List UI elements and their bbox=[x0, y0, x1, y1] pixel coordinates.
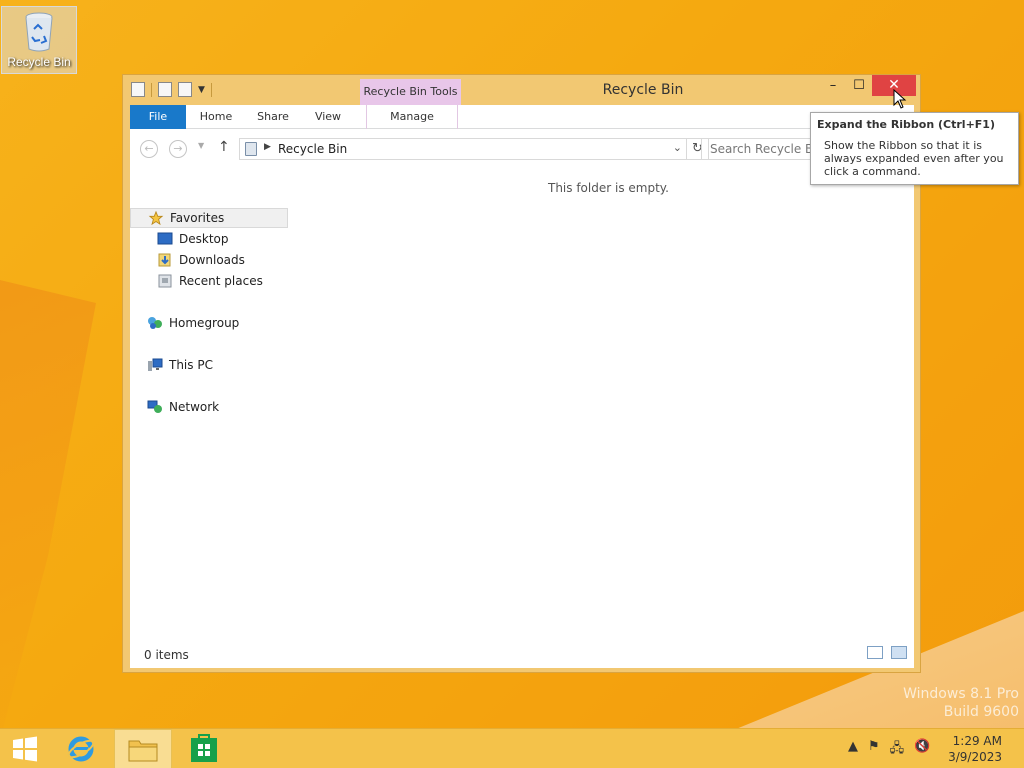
clock-time: 1:29 AM bbox=[952, 734, 1002, 748]
large-icons-view-icon[interactable] bbox=[891, 646, 907, 659]
watermark-edition: Windows 8.1 Pro bbox=[903, 686, 1019, 702]
clock[interactable]: 1:29 AM 3/9/2023 bbox=[948, 733, 1002, 765]
windows-logo-icon bbox=[13, 736, 37, 762]
nav-item-desktop[interactable]: Desktop bbox=[157, 229, 229, 249]
nav-label: This PC bbox=[169, 358, 213, 372]
nav-label: Homegroup bbox=[169, 316, 240, 330]
start-button[interactable] bbox=[0, 729, 50, 768]
mouse-cursor-icon bbox=[893, 89, 907, 109]
tooltip-title: Expand the Ribbon (Ctrl+F1) bbox=[817, 118, 995, 131]
tab-view[interactable]: View bbox=[300, 105, 356, 129]
downloads-icon bbox=[158, 253, 171, 267]
star-icon bbox=[148, 211, 164, 225]
navigation-pane: Favorites Desktop Downloads Recent place… bbox=[130, 171, 288, 641]
desktop-icon-label: Recycle Bin bbox=[7, 55, 71, 69]
recent-places-icon bbox=[158, 274, 172, 288]
nav-item-downloads[interactable]: Downloads bbox=[157, 250, 245, 270]
volume-muted-icon[interactable]: 🔇 bbox=[914, 739, 930, 761]
toolbar-divider bbox=[210, 82, 212, 97]
network-status-icon[interactable]: 🖧 bbox=[890, 739, 905, 761]
recycle-bin-icon bbox=[22, 11, 56, 53]
clock-date: 3/9/2023 bbox=[948, 750, 1002, 764]
nav-item-homegroup[interactable]: Homegroup bbox=[147, 313, 239, 333]
homegroup-icon bbox=[148, 317, 162, 329]
taskbar: ▲ ⚑ 🖧 🔇 1:29 AM 3/9/2023 bbox=[0, 728, 1024, 768]
minimize-button[interactable]: – bbox=[820, 75, 846, 96]
tab-home[interactable]: Home bbox=[186, 105, 246, 129]
nav-label: Network bbox=[169, 400, 220, 414]
wallpaper-shape bbox=[0, 280, 96, 740]
nav-item-network[interactable]: Network bbox=[147, 397, 219, 417]
recent-locations-chevron-icon[interactable]: ▼ bbox=[198, 141, 204, 150]
desktop-icon bbox=[157, 232, 173, 245]
tab-file[interactable]: File bbox=[130, 105, 186, 129]
address-dropdown-chevron-icon[interactable]: ⌄ bbox=[673, 141, 682, 154]
window-title: Recycle Bin bbox=[602, 82, 684, 98]
ribbon-tabs: File Home Share View Manage bbox=[130, 105, 914, 129]
taskbar-file-explorer[interactable] bbox=[114, 729, 172, 768]
nav-item-this-pc[interactable]: This PC bbox=[147, 355, 213, 375]
breadcrumb[interactable]: Recycle Bin bbox=[278, 142, 347, 156]
maximize-button[interactable]: ☐ bbox=[846, 75, 872, 96]
search-input[interactable]: Search Recycle Bin bbox=[701, 138, 821, 160]
tab-share[interactable]: Share bbox=[246, 105, 300, 129]
nav-label: Recent places bbox=[179, 274, 263, 288]
os-watermark: Windows 8.1 Pro Build 9600 bbox=[903, 685, 1019, 721]
store-icon bbox=[191, 734, 217, 762]
breadcrumb-arrow-icon[interactable]: ▶ bbox=[264, 142, 271, 152]
show-hidden-icons-chevron-icon[interactable]: ▲ bbox=[848, 739, 858, 761]
window-body: ← → ▼ ↑ ▶ Recycle Bin ⌄ ↻ Search Recycle… bbox=[130, 129, 914, 668]
nav-item-recent-places[interactable]: Recent places bbox=[157, 271, 263, 291]
back-button[interactable]: ← bbox=[140, 140, 158, 158]
status-item-count: 0 items bbox=[144, 648, 189, 662]
address-bar[interactable]: ▶ Recycle Bin ⌄ bbox=[239, 138, 687, 160]
nav-label: Favorites bbox=[170, 211, 225, 225]
internet-explorer-icon bbox=[67, 736, 95, 762]
folder-icon bbox=[128, 740, 158, 762]
computer-icon bbox=[148, 358, 163, 371]
network-icon bbox=[147, 400, 162, 413]
explorer-window: ▼ Recycle Bin Tools Recycle Bin – ☐ ✕ Fi… bbox=[122, 74, 921, 673]
tooltip-body: Show the Ribbon so that it is always exp… bbox=[824, 139, 1004, 178]
forward-button[interactable]: → bbox=[169, 140, 187, 158]
action-center-flag-icon[interactable]: ⚑ bbox=[868, 739, 880, 761]
empty-folder-message: This folder is empty. bbox=[548, 181, 669, 195]
toolbar-divider bbox=[151, 82, 152, 97]
taskbar-internet-explorer[interactable] bbox=[58, 729, 104, 768]
view-switcher bbox=[867, 646, 907, 659]
tab-manage[interactable]: Manage bbox=[366, 105, 458, 129]
up-button[interactable]: ↑ bbox=[218, 139, 230, 155]
taskbar-store[interactable] bbox=[180, 729, 228, 768]
new-folder-icon[interactable] bbox=[178, 82, 192, 97]
nav-item-favorites[interactable]: Favorites bbox=[130, 208, 288, 228]
desktop-recycle-bin[interactable]: Recycle Bin bbox=[1, 6, 77, 74]
watermark-build: Build 9600 bbox=[943, 704, 1019, 720]
customize-toolbar-chevron-icon[interactable]: ▼ bbox=[198, 85, 205, 95]
system-tray: ▲ ⚑ 🖧 🔇 bbox=[848, 739, 930, 761]
recycle-bin-small-icon bbox=[245, 142, 257, 156]
nav-label: Desktop bbox=[179, 232, 229, 246]
details-view-icon[interactable] bbox=[867, 646, 883, 659]
ribbon-tooltip: Expand the Ribbon (Ctrl+F1) Show the Rib… bbox=[810, 112, 1019, 185]
address-row: ← → ▼ ↑ ▶ Recycle Bin ⌄ ↻ Search Recycle… bbox=[130, 129, 914, 167]
nav-label: Downloads bbox=[179, 253, 245, 267]
contextual-tab-header: Recycle Bin Tools bbox=[360, 79, 461, 105]
new-document-icon[interactable] bbox=[158, 82, 172, 97]
title-bar[interactable]: ▼ Recycle Bin Tools Recycle Bin – ☐ ✕ bbox=[123, 75, 920, 105]
properties-icon[interactable] bbox=[131, 82, 145, 97]
quick-access-toolbar: ▼ bbox=[131, 82, 212, 97]
